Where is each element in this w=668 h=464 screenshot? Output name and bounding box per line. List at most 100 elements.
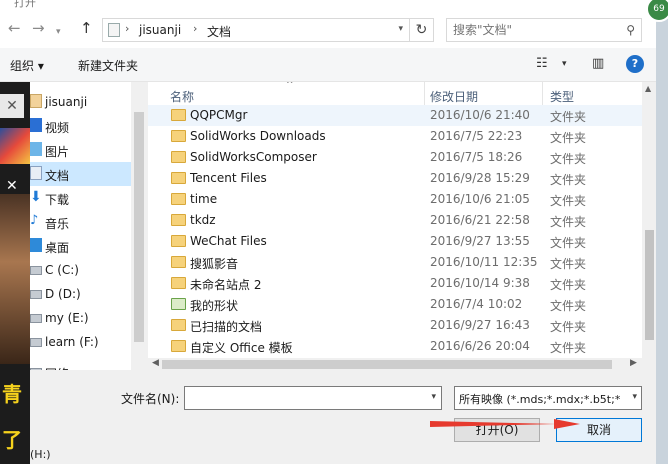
back-arrow-icon[interactable]: ← [8,20,21,36]
location-folder-icon [108,23,120,37]
folder-icon [171,172,186,184]
forward-arrow-icon[interactable]: → [32,20,45,36]
desktop-icon [30,238,42,252]
file-row[interactable]: tkdz 2016/6/21 22:58 文件夹 [148,210,642,231]
file-name: 已扫描的文档 [190,320,263,334]
title-bar: 打开 [0,0,656,9]
search-icon[interactable]: ⚲ [626,23,635,37]
column-date[interactable]: 修改日期 [430,88,478,105]
address-dropdown-icon[interactable]: ▾ [398,24,403,34]
file-row[interactable]: 已扫描的文档 2016/9/27 16:43 文件夹 [148,315,642,336]
file-name: 自定义 Office 模板 [190,341,293,355]
nav-item-label: C (C:) [45,263,79,277]
file-type: 文件夹 [550,257,587,271]
recent-locations-chevron-icon[interactable]: ▾ [56,24,61,40]
file-date: 2016/10/6 21:05 [430,192,530,206]
preview-pane-icon[interactable]: ▥ [592,56,604,71]
folder-icon [171,235,186,247]
close-icon[interactable]: ✕ [0,94,24,118]
up-arrow-icon[interactable]: ↑ [80,20,93,36]
column-name[interactable]: 名称 [170,88,194,105]
view-options-icon[interactable]: ☷ [536,56,548,71]
file-row[interactable]: time 2016/10/6 21:05 文件夹 [148,189,642,210]
breadcrumb-documents[interactable]: 文档 [207,23,231,40]
file-type: 文件夹 [550,152,587,166]
sort-indicator-icon: ^ [286,82,294,90]
file-row[interactable]: SolidWorksComposer 2016/7/5 18:26 文件夹 [148,147,642,168]
column-divider[interactable] [424,82,425,106]
filename-input[interactable]: ▾ [184,386,442,410]
file-type: 文件夹 [550,299,587,313]
help-icon[interactable]: ? [626,55,644,73]
network-icon [30,368,42,370]
background-window-right [656,0,668,464]
file-name: QQPCMgr [190,108,248,122]
column-type[interactable]: 类型 [550,88,574,105]
search-input[interactable] [453,22,613,38]
new-folder-button[interactable]: 新建文件夹 [78,57,138,74]
file-date: 2016/9/27 16:43 [430,318,530,332]
drive-icon [30,338,42,347]
file-row[interactable]: 自定义 Office 模板 2016/6/26 20:04 文件夹 [148,336,642,357]
annotation-arrow-icon [430,419,580,429]
open-file-dialog: 打开 ← → ▾ ↑ › jisuanji › 文档 ▾ ↻ ⚲ 组织 ▾ 新建… [0,0,656,464]
file-row[interactable]: 未命名站点 2 2016/10/14 9:38 文件夹 [148,273,642,294]
nav-item-label: jisuanji [45,95,88,109]
address-bar[interactable]: › jisuanji › 文档 ▾ ↻ [102,18,434,42]
file-row[interactable]: QQPCMgr 2016/10/6 21:40 文件夹 [148,105,642,126]
drive-icon [30,290,42,299]
documents-icon [30,166,42,180]
file-name: time [190,192,218,206]
file-row[interactable]: 我的形状 2016/7/4 10:02 文件夹 [148,294,642,315]
nav-item-label: 网络 [45,365,69,370]
breadcrumb-separator[interactable]: › [193,22,197,35]
filename-dropdown-icon[interactable]: ▾ [431,392,436,402]
file-list-vertical-scrollbar[interactable]: ▲ [642,82,656,358]
nav-pane-scrollbar[interactable] [131,82,148,370]
file-type: 文件夹 [550,341,587,355]
view-dropdown-icon[interactable]: ▾ [562,59,567,69]
organize-button[interactable]: 组织 ▾ [10,57,44,74]
music-icon: ♪ [30,213,39,228]
refresh-icon[interactable]: ↻ [409,19,433,41]
download-icon: ⬇ [30,189,42,205]
file-date: 2016/10/11 12:35 [430,255,538,269]
nav-item-label: 视频 [45,121,70,135]
horizontal-scroll-thumb[interactable] [162,360,612,369]
overlay-text: 了 [2,428,22,452]
file-name: WeChat Files [190,234,267,248]
search-box[interactable]: ⚲ [446,18,642,42]
column-header: ^ 名称 修改日期 类型 [148,82,642,106]
breadcrumb-jisuanji[interactable]: jisuanji [139,23,181,37]
filetype-value: 所有映像 (*.mds;*.mdx;*.b5t;* [459,393,621,406]
file-row[interactable]: WeChat Files 2016/9/27 13:55 文件夹 [148,231,642,252]
address-row: ← → ▾ ↑ › jisuanji › 文档 ▾ ↻ ⚲ [0,8,656,48]
scroll-up-icon[interactable]: ▲ [645,84,651,93]
file-row[interactable]: 搜狐影音 2016/10/11 12:35 文件夹 [148,252,642,273]
breadcrumb-separator[interactable]: › [125,22,129,35]
file-type: 文件夹 [550,131,587,145]
drive-icon [30,266,42,275]
vertical-scroll-thumb[interactable] [645,230,654,340]
file-name: 搜狐影音 [190,257,239,271]
nav-item-label: 下载 [45,193,70,207]
filetype-select[interactable]: 所有映像 (*.mds;*.mdx;*.b5t;* ▾ [454,386,642,410]
nav-item-label: 图片 [45,145,70,159]
column-divider[interactable] [542,82,543,106]
file-date: 2016/9/27 13:55 [430,234,530,248]
nav-scroll-thumb[interactable] [134,112,144,342]
close-icon[interactable]: ✕ [6,178,18,194]
file-date: 2016/6/21 22:58 [430,213,530,227]
filename-label: 文件名(N): [121,392,180,406]
file-row[interactable]: SolidWorks Downloads 2016/7/5 22:23 文件夹 [148,126,642,147]
file-date: 2016/7/5 22:23 [430,129,523,143]
background-window-strip: ✕ ✕ 青 了 [0,82,30,464]
file-date: 2016/9/28 15:29 [430,171,530,185]
nav-item-label: D (D:) [45,287,81,301]
file-row[interactable]: Tencent Files 2016/9/28 15:29 文件夹 [148,168,642,189]
file-list-horizontal-scrollbar[interactable]: ◀ ▶ [148,358,656,372]
scroll-left-icon[interactable]: ◀ [152,358,159,368]
toolbar: 组织 ▾ 新建文件夹 ☷ ▾ ▥ ? [0,48,656,82]
scroll-right-icon[interactable]: ▶ [630,358,637,368]
filetype-dropdown-icon[interactable]: ▾ [630,392,637,402]
